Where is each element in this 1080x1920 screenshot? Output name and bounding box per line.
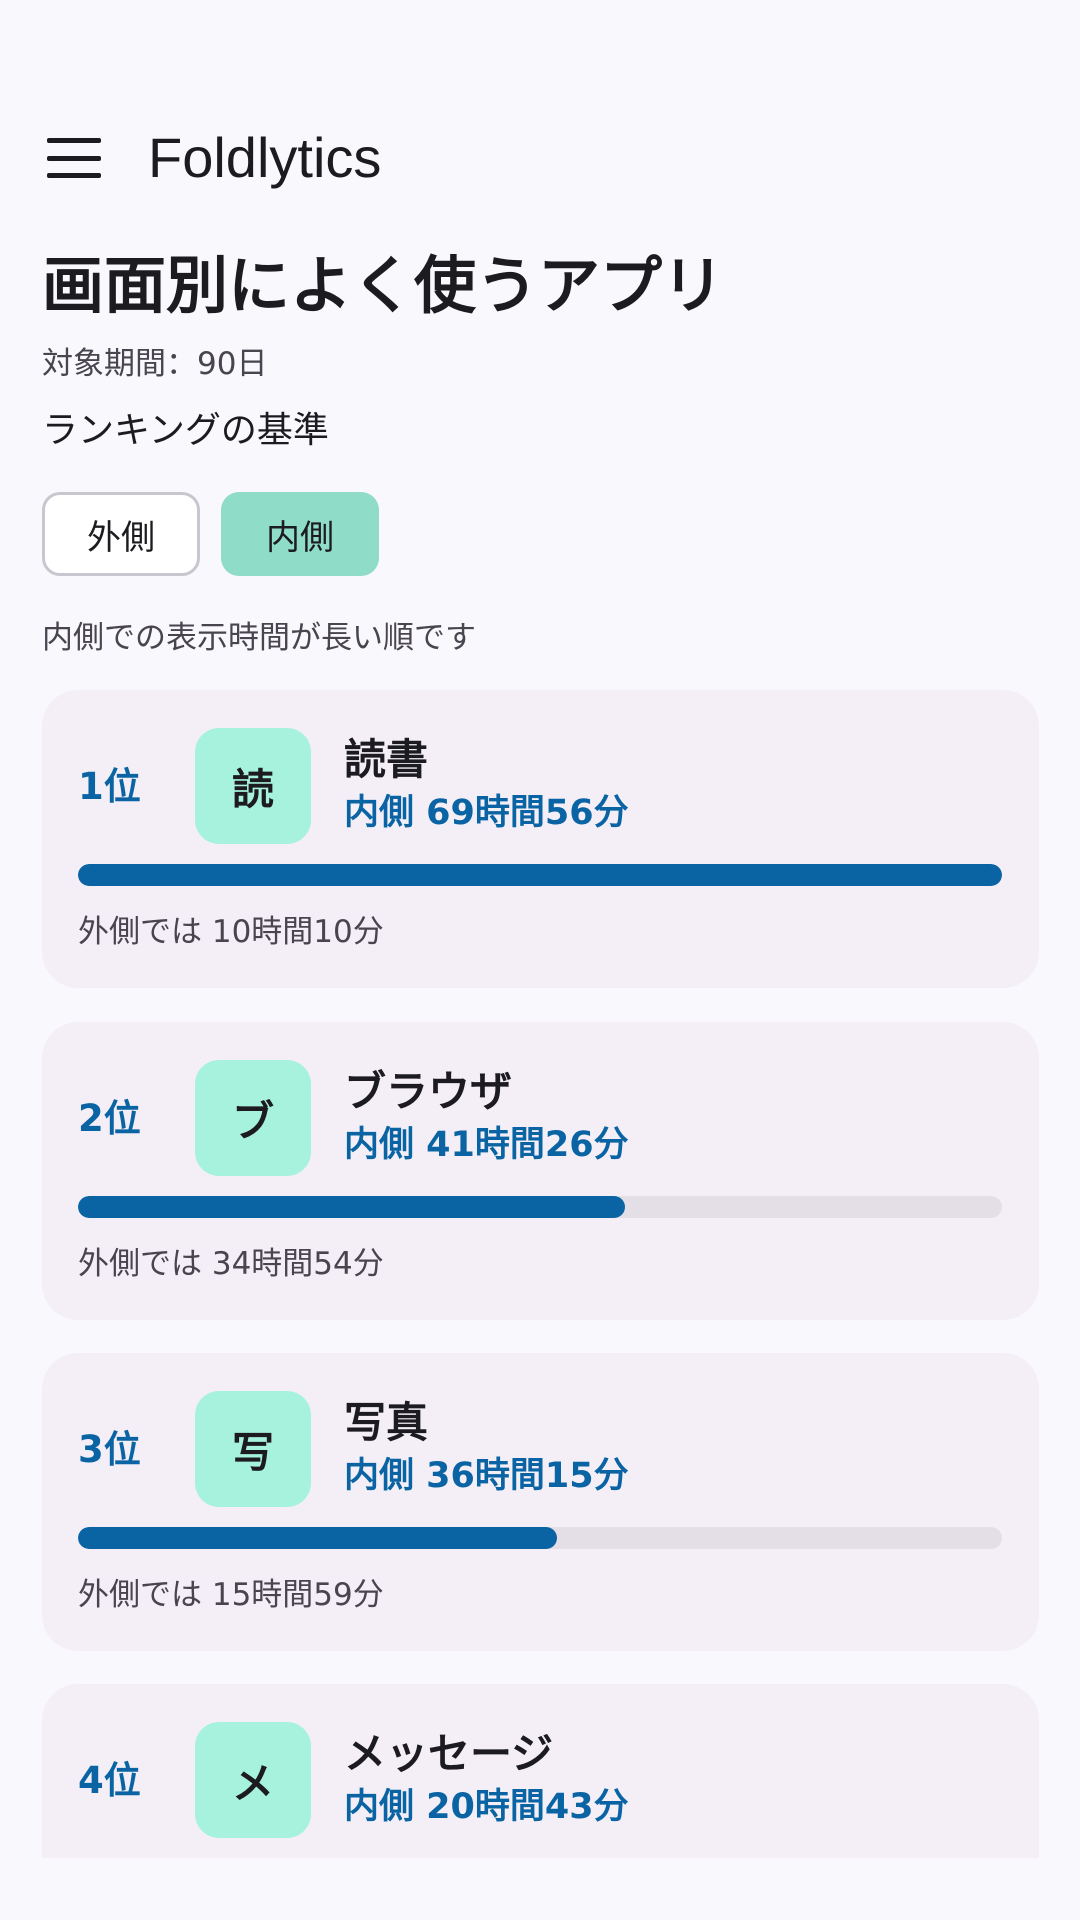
outer-time: 外側では 34時間54分 <box>78 1246 384 1282</box>
inner-time: 内側 36時間15分 <box>344 1456 629 1496</box>
inner-time: 内側 20時間43分 <box>344 1787 629 1827</box>
inner-time: 内側 69時間56分 <box>344 793 629 833</box>
usage-bar <box>78 1527 1002 1549</box>
menu-button[interactable] <box>28 112 120 204</box>
usage-bar <box>78 1196 1002 1218</box>
usage-bar-fill <box>78 864 1002 886</box>
app-ranking-list[interactable]: 1位 読 読書 内側 69時間56分 外側では 10時間10分 2位 ブ ブラウ… <box>0 690 1080 1858</box>
ranking-card[interactable]: 3位 写 写真 内側 36時間15分 外側では 15時間59分 <box>42 1353 1039 1651</box>
inner-time: 内側 41時間26分 <box>344 1125 629 1165</box>
rank-label: 3位 <box>78 1428 141 1471</box>
rank-label: 4位 <box>78 1759 141 1802</box>
app-icon: 読 <box>195 728 311 844</box>
ranking-criterion-label: ランキングの基準 <box>42 410 329 451</box>
ranking-card[interactable]: 1位 読 読書 内側 69時間56分 外側では 10時間10分 <box>42 690 1039 988</box>
app-name: 写真 <box>344 1398 429 1447</box>
segment-outer-button[interactable]: 外側 <box>42 492 200 576</box>
app-icon: ブ <box>195 1060 311 1176</box>
outer-time: 外側では 10時間10分 <box>78 914 384 950</box>
page-title: 画面別によく使うアプリ <box>42 249 725 322</box>
top-app-bar: Foldlytics <box>0 0 1080 220</box>
sort-description: 内側での表示時間が長い順です <box>42 620 476 656</box>
rank-label: 2位 <box>78 1097 141 1140</box>
ranking-card[interactable]: 4位 メ メッセージ 内側 20時間43分 <box>42 1684 1039 1858</box>
app-title: Foldlytics <box>148 126 382 189</box>
outer-time: 外側では 15時間59分 <box>78 1577 384 1613</box>
app-icon: メ <box>195 1722 311 1838</box>
app-icon: 写 <box>195 1391 311 1507</box>
app-name: 読書 <box>344 735 429 784</box>
app-name: メッセージ <box>344 1729 554 1778</box>
usage-bar-fill <box>78 1527 557 1549</box>
segment-inner-button[interactable]: 内側 <box>221 492 379 576</box>
usage-bar <box>78 864 1002 886</box>
rank-label: 1位 <box>78 765 141 808</box>
usage-bar-fill <box>78 1196 625 1218</box>
menu-icon <box>47 138 101 178</box>
app-name: ブラウザ <box>344 1067 513 1116</box>
period-label: 対象期間：90日 <box>42 346 268 382</box>
ranking-card[interactable]: 2位 ブ ブラウザ 内側 41時間26分 外側では 34時間54分 <box>42 1022 1039 1320</box>
